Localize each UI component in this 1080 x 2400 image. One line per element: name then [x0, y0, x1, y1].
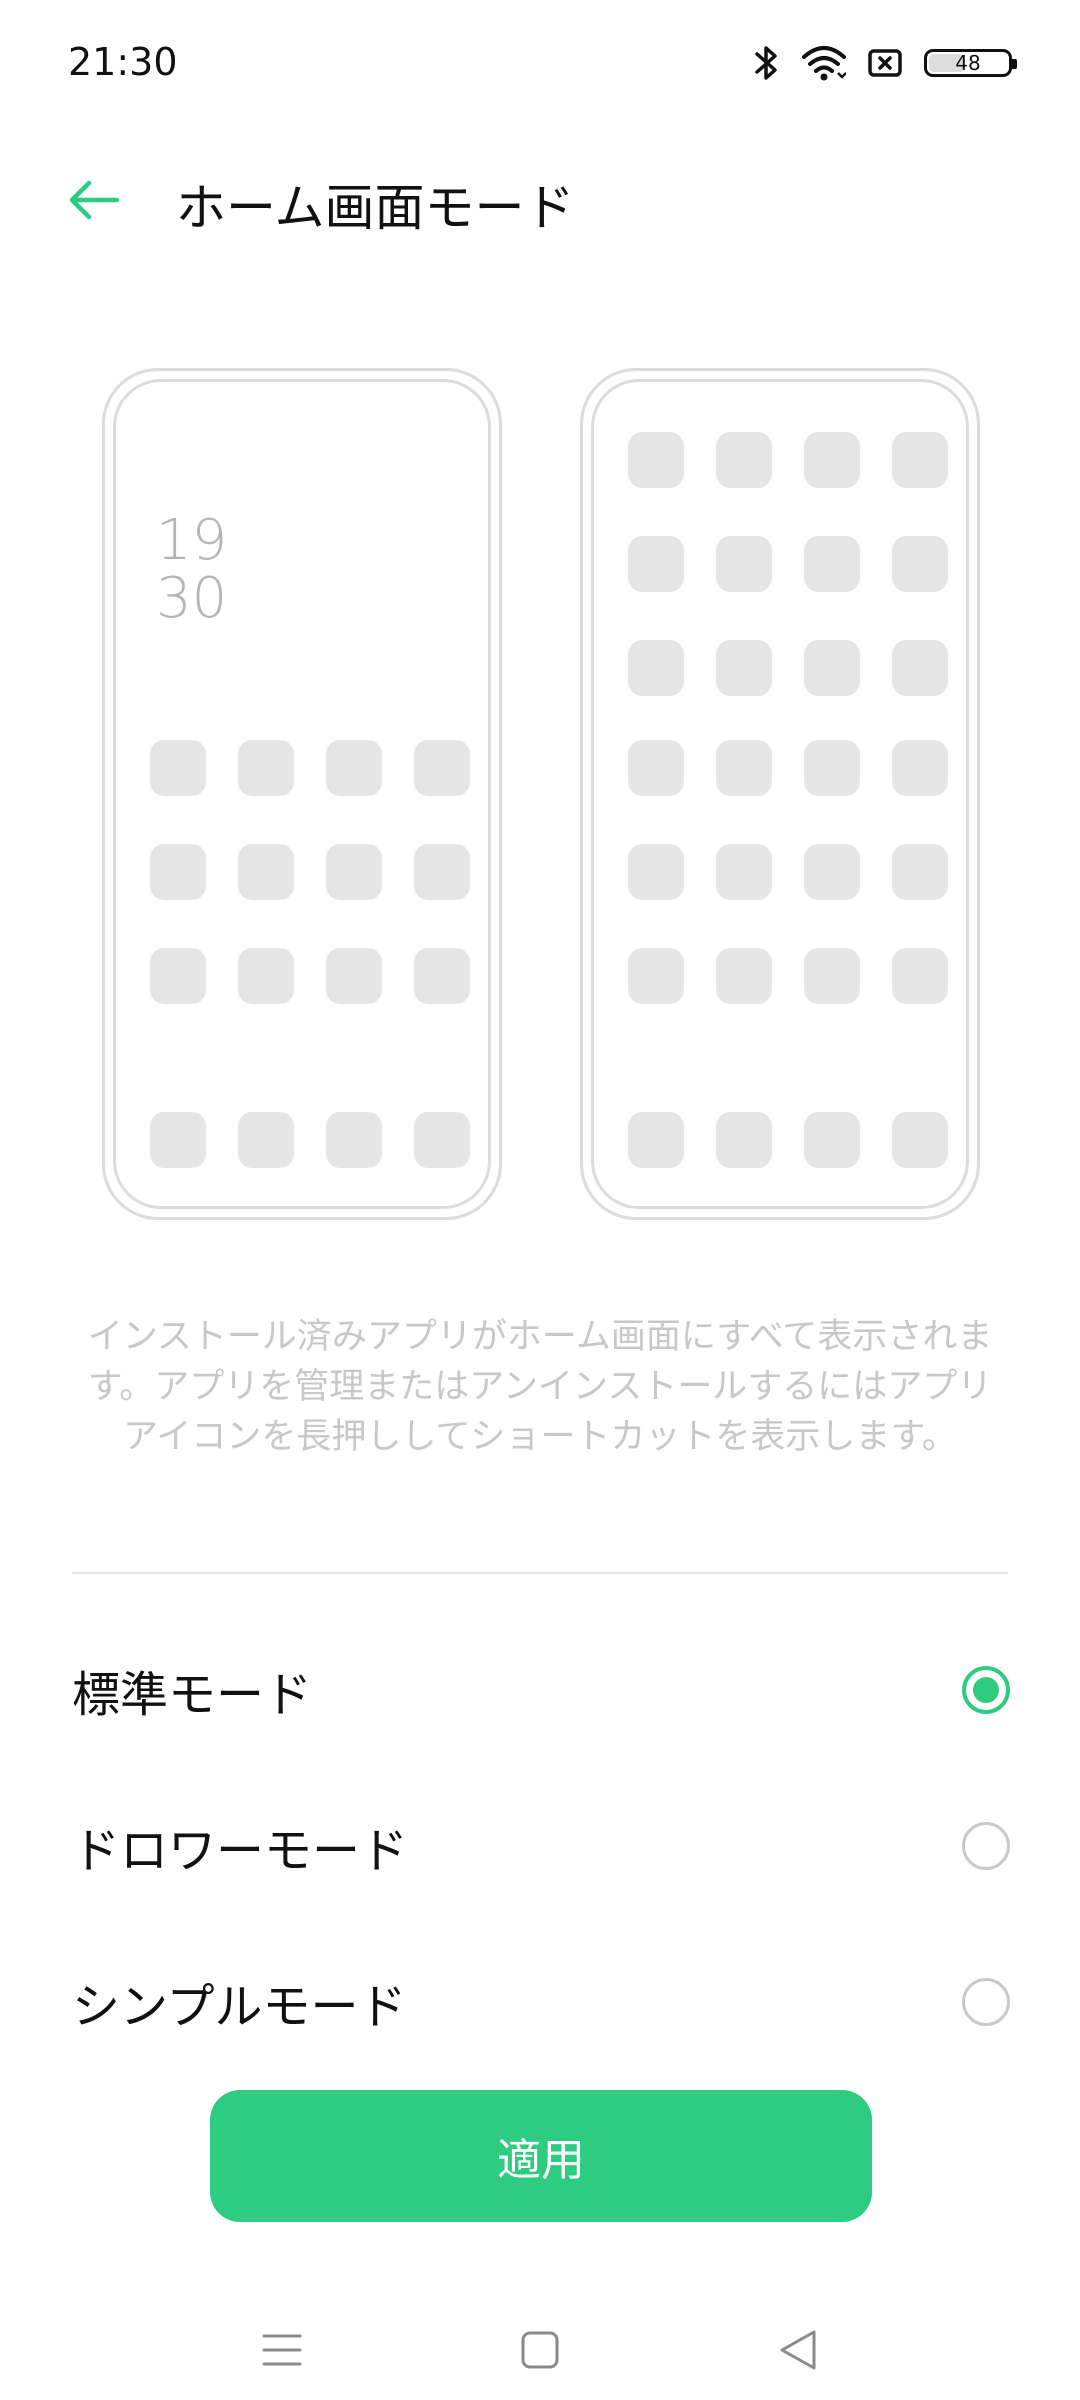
placeholder-app-icon	[150, 844, 206, 900]
placeholder-app-icon	[326, 948, 382, 1004]
radio-simple-mode[interactable]	[962, 1978, 1010, 2026]
placeholder-app-icon	[804, 640, 860, 696]
placeholder-app-icon	[628, 844, 684, 900]
placeholder-app-icon	[326, 1112, 382, 1168]
option-label: シンプルモード	[72, 1979, 407, 2035]
placeholder-app-icon	[892, 432, 948, 488]
status-bar: 21:30 48	[0, 0, 1080, 130]
placeholder-app-icon	[238, 1112, 294, 1168]
placeholder-app-icon	[804, 432, 860, 488]
placeholder-app-icon	[716, 844, 772, 900]
placeholder-app-icon	[892, 740, 948, 796]
battery-icon: 48	[924, 49, 1017, 77]
mode-description: インストール済みアプリがホーム画面にすべて表示されます。アプリを管理またはアンイ…	[87, 1317, 993, 1457]
placeholder-app-icon	[892, 844, 948, 900]
preview-standard-screen: 19 30	[113, 379, 491, 1209]
back-triangle-icon	[780, 2330, 816, 2370]
placeholder-app-icon	[716, 1112, 772, 1168]
placeholder-app-icon	[804, 536, 860, 592]
preview-standard-mode: 19 30	[102, 368, 502, 1220]
placeholder-app-icon	[892, 1112, 948, 1168]
menu-button[interactable]	[242, 2310, 322, 2390]
status-time: 21:30	[68, 40, 178, 84]
navigation-bar	[0, 2290, 1080, 2400]
placeholder-app-icon	[414, 740, 470, 796]
option-simple-mode[interactable]: シンプルモード	[0, 1924, 1080, 2080]
placeholder-app-icon	[150, 1112, 206, 1168]
placeholder-app-icon	[414, 844, 470, 900]
divider	[72, 1572, 1008, 1574]
arrow-left-icon	[69, 180, 120, 220]
preview-clock-minute: 30	[156, 566, 228, 631]
status-icons: 48	[754, 44, 1017, 82]
placeholder-app-icon	[628, 640, 684, 696]
placeholder-app-icon	[716, 536, 772, 592]
placeholder-app-icon	[628, 432, 684, 488]
placeholder-app-icon	[414, 948, 470, 1004]
preview-clock: 19 30	[156, 512, 227, 628]
placeholder-app-icon	[716, 640, 772, 696]
placeholder-app-icon	[892, 536, 948, 592]
placeholder-app-icon	[628, 1112, 684, 1168]
placeholder-app-icon	[804, 948, 860, 1004]
placeholder-app-icon	[326, 740, 382, 796]
radio-drawer-mode[interactable]	[962, 1822, 1010, 1870]
placeholder-app-icon	[414, 1112, 470, 1168]
option-standard-mode[interactable]: 標準モード	[0, 1612, 1080, 1768]
placeholder-app-icon	[238, 844, 294, 900]
option-drawer-mode[interactable]: ドロワーモード	[0, 1768, 1080, 1924]
placeholder-app-icon	[716, 948, 772, 1004]
apply-button[interactable]: 適用	[210, 2090, 872, 2222]
placeholder-app-icon	[628, 536, 684, 592]
battery-percent: 48	[955, 51, 981, 75]
placeholder-app-icon	[892, 640, 948, 696]
home-square-icon	[521, 2331, 559, 2369]
placeholder-app-icon	[150, 948, 206, 1004]
app-header: ホーム画面モード	[0, 150, 1080, 250]
radio-standard-mode[interactable]	[962, 1666, 1010, 1714]
placeholder-app-icon	[150, 740, 206, 796]
placeholder-app-icon	[628, 948, 684, 1004]
placeholder-app-icon	[628, 740, 684, 796]
placeholder-app-icon	[326, 844, 382, 900]
page-title: ホーム画面モード	[176, 179, 575, 237]
wifi-icon	[802, 45, 846, 81]
back-button[interactable]	[56, 166, 132, 234]
placeholder-app-icon	[804, 1112, 860, 1168]
home-button[interactable]	[500, 2310, 580, 2390]
preview-drawer-mode	[580, 368, 980, 1220]
sim-none-icon	[868, 48, 902, 78]
placeholder-app-icon	[892, 948, 948, 1004]
option-label: 標準モード	[72, 1667, 313, 1723]
preview-drawer-screen	[591, 379, 969, 1209]
placeholder-app-icon	[238, 740, 294, 796]
placeholder-app-icon	[716, 740, 772, 796]
placeholder-app-icon	[804, 740, 860, 796]
placeholder-app-icon	[804, 844, 860, 900]
placeholder-app-icon	[238, 948, 294, 1004]
bluetooth-icon	[754, 44, 780, 82]
option-label: ドロワーモード	[72, 1823, 409, 1879]
menu-icon	[262, 2334, 302, 2366]
back-nav-button[interactable]	[758, 2310, 838, 2390]
preview-clock-hour: 19	[156, 508, 228, 573]
placeholder-app-icon	[716, 432, 772, 488]
